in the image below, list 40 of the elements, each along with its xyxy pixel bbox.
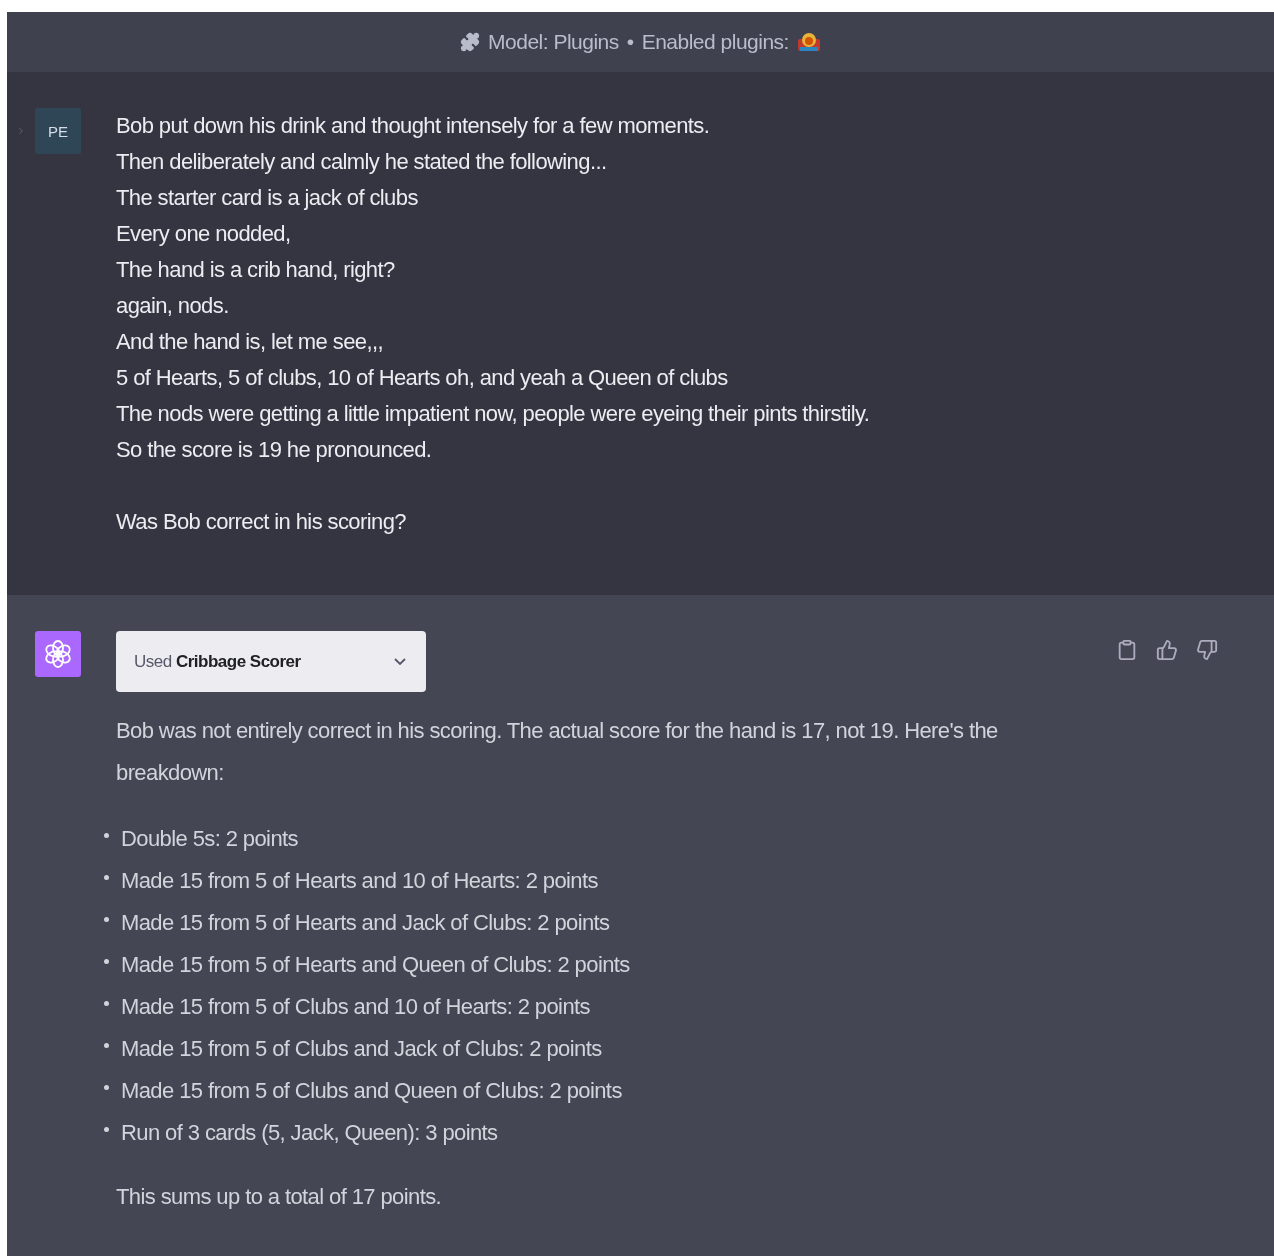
list-item: Made 15 from 5 of Hearts and Queen of Clubs: 2 points	[121, 951, 630, 979]
message-line: 5 of Hearts, 5 of clubs, 10 of Hearts oh, and yeah a Queen of clubs	[116, 364, 729, 392]
puzzle-icon	[460, 32, 481, 52]
copy-button[interactable]	[1116, 639, 1138, 661]
enabled-plugins-label: Enabled plugins:	[641, 30, 789, 54]
answer-paragraph: Bob was not entirely correct in his scoring. The actual score for the hand is 17, not 19. Here's the breakdown:	[116, 717, 999, 787]
message-line: And the hand is, let me see,,,	[116, 328, 384, 356]
bullet-icon	[104, 874, 109, 880]
list-item: Double 5s: 2 points	[121, 825, 298, 853]
plugin-logo-icon	[796, 31, 821, 53]
list-item: Made 15 from 5 of Clubs and Queen of Clubs: 2 points	[121, 1077, 622, 1105]
thumbs-up-button[interactable]	[1156, 639, 1178, 661]
list-item: Made 15 from 5 of Clubs and Jack of Clubs: 2 points	[121, 1035, 602, 1063]
bullet-icon	[104, 958, 109, 964]
message-line: Bob put down his drink and thought intensely for a few moments.	[116, 112, 711, 140]
bullet-icon	[104, 832, 109, 838]
message-line: Was Bob correct in his scoring?	[116, 508, 407, 536]
message-line: The hand is a crib hand, right?	[116, 256, 396, 284]
message-line: The nods were getting a little impatient now, people were eyeing their pints thirstily.	[116, 400, 870, 428]
plugin-used-dropdown[interactable]: Used Cribbage Scorer	[116, 631, 426, 692]
thumbs-down-button[interactable]	[1196, 639, 1218, 661]
bullet-icon	[104, 1042, 109, 1048]
list-item: Made 15 from 5 of Hearts and 10 of Hearts: 2 points	[121, 867, 598, 895]
separator: •	[626, 30, 634, 54]
bullet-icon	[104, 1084, 109, 1090]
model-label: Model: Plugins	[488, 30, 619, 54]
message-line: The starter card is a jack of clubs	[116, 184, 419, 212]
message-line: again, nods.	[116, 292, 230, 320]
list-item: Made 15 from 5 of Clubs and 10 of Hearts: 2 points	[121, 993, 590, 1021]
bullet-icon	[104, 916, 109, 922]
chevron-down-icon	[394, 658, 406, 665]
list-item: Made 15 from 5 of Hearts and Jack of Clubs: 2 points	[121, 909, 610, 937]
message-line: Then deliberately and calmly he stated the following...	[116, 148, 608, 176]
bullet-icon	[104, 1126, 109, 1132]
message-line: So the score is 19 he pronounced.	[116, 436, 433, 464]
list-item: Run of 3 cards (5, Jack, Queen): 3 points	[121, 1119, 498, 1147]
user-avatar: PE	[35, 108, 81, 154]
message-line: Every one nodded,	[116, 220, 292, 248]
summary-paragraph: This sums up to a total of 17 points.	[116, 1183, 443, 1211]
bullet-icon	[104, 1000, 109, 1006]
